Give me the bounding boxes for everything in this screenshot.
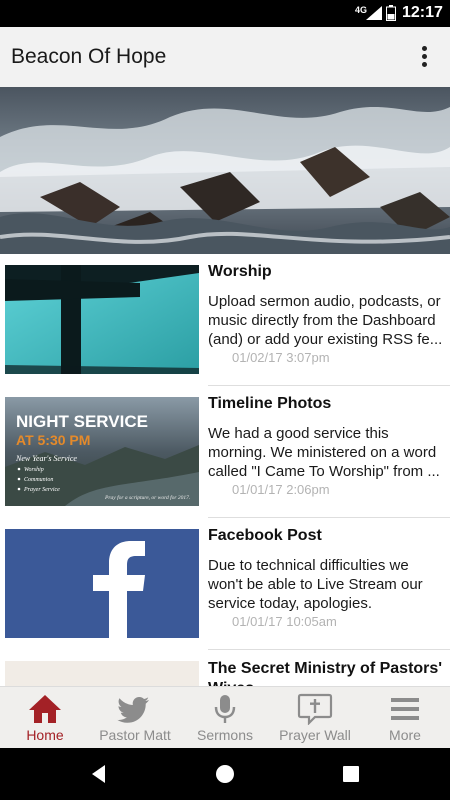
feed-item-date: 01/01/17 10:05am <box>232 614 337 629</box>
bottom-nav: Home Pastor Matt Sermons Prayer Wall Mor… <box>0 686 450 748</box>
recents-square-icon[interactable] <box>339 762 363 786</box>
clock: 12:17 <box>402 4 443 21</box>
feed-item-timeline-photos[interactable]: NIGHT SERVICE AT 5:30 PM New Year's Serv… <box>0 386 450 518</box>
app-title: Beacon Of Hope <box>11 45 167 68</box>
facebook-logo-image <box>5 529 199 638</box>
nav-label: Prayer Wall <box>279 727 351 743</box>
feed-list: Worship Upload sermon audio, podcasts, o… <box>0 254 450 686</box>
night-service-flyer-image: NIGHT SERVICE AT 5:30 PM New Year's Serv… <box>5 397 199 506</box>
signal-icon <box>366 6 382 20</box>
back-icon[interactable] <box>87 762 111 786</box>
feed-item-date: 01/01/17 2:06pm <box>232 482 330 497</box>
nav-pastor-matt[interactable]: Pastor Matt <box>90 687 180 749</box>
home-circle-icon[interactable] <box>213 762 237 786</box>
flyer-item: Prayer Service <box>23 487 60 493</box>
microphone-icon <box>214 695 236 723</box>
feed-item-secret-ministry[interactable]: The Secret Ministry of Pastors' Wives <box>0 650 450 686</box>
flyer-subtitle: New Year's Service <box>15 454 77 463</box>
status-bar: 4G 12:17 <box>0 0 450 27</box>
book-cover-image <box>5 661 199 686</box>
nav-prayer-wall[interactable]: Prayer Wall <box>270 687 360 749</box>
hero-banner-image <box>0 87 450 254</box>
stormy-sea-waves-image <box>0 87 450 254</box>
feed-item-title: Facebook Post <box>208 527 322 544</box>
nav-label: Pastor Matt <box>99 727 171 743</box>
feed-item-worship[interactable]: Worship Upload sermon audio, podcasts, o… <box>0 254 450 386</box>
feed-item-title: The Secret Ministry of Pastors' Wives <box>208 660 443 686</box>
nav-sermons[interactable]: Sermons <box>180 687 270 749</box>
feed-item-facebook-post[interactable]: Facebook Post Due to technical difficult… <box>0 518 450 650</box>
home-icon <box>29 695 61 723</box>
flyer-item: Communion <box>24 477 53 483</box>
feed-item-body: We had a good service this morning. We m… <box>208 425 440 480</box>
prayer-cross-bubble-icon <box>297 693 333 725</box>
nav-label: Home <box>26 727 64 743</box>
cross-silhouette-image <box>5 265 199 374</box>
hamburger-menu-icon <box>391 698 419 720</box>
flyer-note: Pray for a scripture, or word for 2017. <box>104 494 190 501</box>
flyer-time: AT 5:30 PM <box>16 432 90 448</box>
app-bar: Beacon Of Hope <box>0 27 450 87</box>
system-nav-bar <box>0 748 450 800</box>
feed-item-body: Due to technical difficulties we won't b… <box>208 557 423 612</box>
nav-label: Sermons <box>196 727 254 743</box>
nav-label: More <box>389 727 421 743</box>
feed-item-date: 01/02/17 3:07pm <box>232 350 330 365</box>
flyer-item: Worship <box>24 467 44 473</box>
feed-item-title: Timeline Photos <box>208 395 332 412</box>
twitter-bird-icon <box>117 697 149 723</box>
battery-icon <box>386 5 396 21</box>
overflow-menu-icon[interactable] <box>412 42 436 72</box>
flyer-heading: NIGHT SERVICE <box>16 412 148 431</box>
feed-item-title: Worship <box>208 263 272 280</box>
nav-home[interactable]: Home <box>0 687 90 749</box>
feed-item-body: Upload sermon audio, podcasts, or music … <box>208 293 443 348</box>
nav-more[interactable]: More <box>360 687 450 749</box>
